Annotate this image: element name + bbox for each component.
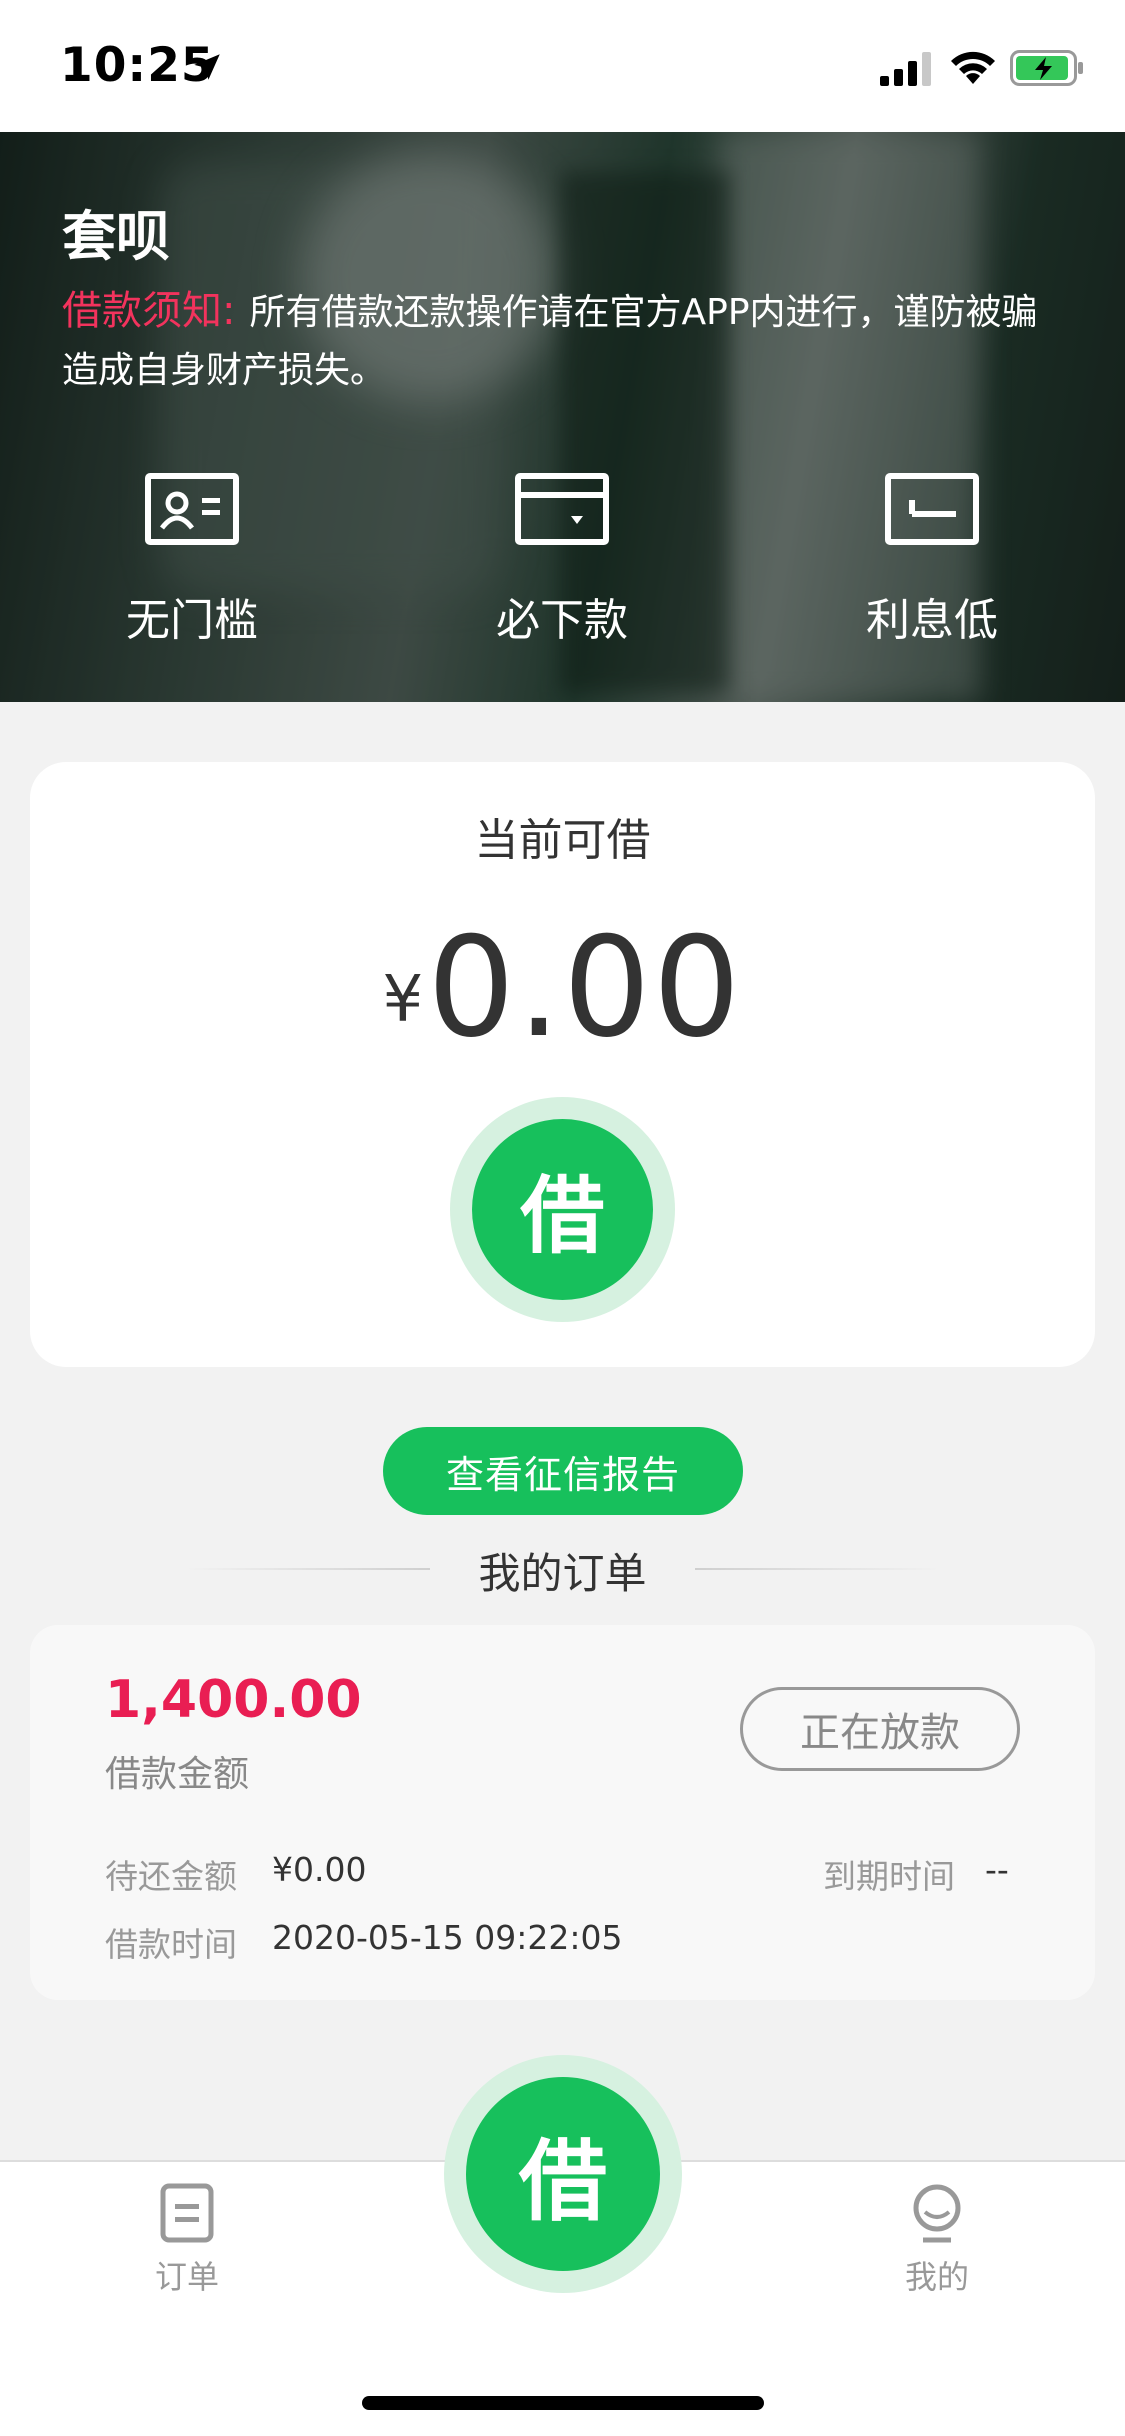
- tab-orders[interactable]: 订单: [107, 2182, 267, 2298]
- tab-borrow-button[interactable]: 借: [444, 2055, 682, 2293]
- borrow-button[interactable]: 借: [450, 1097, 675, 1322]
- order-document-icon: [160, 2183, 214, 2243]
- tab-mine[interactable]: 我的: [857, 2182, 1017, 2298]
- feature-label: 必下款: [496, 595, 628, 646]
- view-credit-report-button[interactable]: 查看征信报告: [383, 1427, 743, 1515]
- borrow-time-value: 2020-05-15 09:22:05: [272, 1918, 623, 1957]
- id-card-icon: [145, 473, 239, 545]
- available-credit-amount: ¥0.00: [30, 907, 1095, 1068]
- pending-amount-label: 待还金额: [105, 1857, 237, 1896]
- my-orders-title: 我的订单: [478, 1549, 647, 1598]
- pending-amount-value: ¥0.00: [272, 1850, 367, 1889]
- available-credit-card: 当前可借 ¥0.00 借: [30, 762, 1095, 1367]
- loan-amount: 1,400.00: [105, 1670, 362, 1730]
- borrow-time-label: 借款时间: [105, 1925, 237, 1964]
- app-title: 套呗: [62, 205, 170, 268]
- user-profile-icon: [913, 2184, 961, 2243]
- feature-label: 无门槛: [126, 595, 258, 646]
- available-credit-title: 当前可借: [474, 815, 651, 866]
- amount-value: 0.00: [427, 907, 743, 1068]
- wallet-icon: [515, 473, 609, 545]
- feature-low-interest: 利息低: [812, 472, 1052, 648]
- order-card[interactable]: 1,400.00 借款金额 正在放款 待还金额 ¥0.00 到期时间 -- 借款…: [30, 1625, 1095, 2000]
- home-indicator[interactable]: [362, 2396, 764, 2410]
- due-date-value: --: [985, 1850, 1009, 1889]
- feature-guaranteed-loan: 必下款: [442, 472, 682, 648]
- borrow-button-label[interactable]: 借: [472, 1119, 653, 1300]
- cellular-signal-icon: [880, 52, 931, 86]
- wifi-icon: [951, 51, 995, 84]
- tab-borrow-label[interactable]: 借: [466, 2077, 660, 2271]
- order-status-badge: 正在放款: [740, 1687, 1020, 1771]
- status-bar: 10:25: [0, 0, 1125, 132]
- feature-label: 利息低: [866, 595, 998, 646]
- hero-banner: 套呗 借款须知: 所有借款还款操作请在官方APP内进行，谨防被骗造成自身财产损失。…: [0, 132, 1125, 702]
- loan-notice: 借款须知: 所有借款还款操作请在官方APP内进行，谨防被骗造成自身财产损失。: [62, 282, 1072, 400]
- tab-mine-label: 我的: [904, 2258, 969, 2296]
- return-arrow-icon: [885, 473, 979, 545]
- tab-orders-label: 订单: [154, 2258, 219, 2296]
- currency-symbol: ¥: [382, 963, 424, 1037]
- feature-no-threshold: 无门槛: [72, 472, 312, 648]
- loan-amount-label: 借款金额: [105, 1754, 250, 1795]
- battery-charging-icon: [1010, 50, 1083, 86]
- location-arrow-icon: [194, 54, 220, 80]
- due-date-label: 到期时间: [823, 1857, 955, 1896]
- notice-label: 借款须知:: [62, 288, 236, 334]
- divider: [695, 1568, 940, 1570]
